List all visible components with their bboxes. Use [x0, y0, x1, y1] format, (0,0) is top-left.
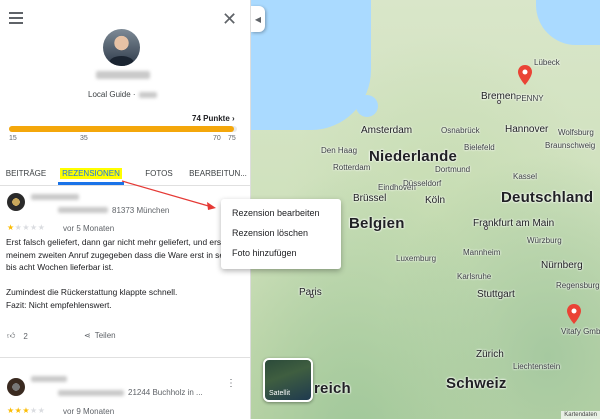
more-options-icon[interactable]: ⋮: [226, 379, 236, 389]
baltic-sea: [536, 0, 600, 45]
review-item: 21244 Buchholz in ... ⋮ ★★★★★ vor 9 Mona…: [0, 370, 250, 419]
map-label-luebeck: Lübeck: [534, 58, 560, 67]
local-guide-label: Local Guide ·: [88, 90, 157, 99]
north-sea: [251, 0, 371, 130]
progress-tick: 15: [9, 135, 17, 142]
map-pin-icon[interactable]: [567, 304, 581, 324]
map-label-bruessel: Brüssel: [353, 193, 387, 204]
local-guide-text: Local Guide ·: [88, 90, 136, 99]
review-item: 81373 München ★★★★★ vor 5 Monaten Erst f…: [0, 187, 250, 357]
map-label-duesseldorf: Düsseldorf: [403, 179, 442, 188]
map-label-bielefeld: Bielefeld: [464, 143, 495, 152]
close-icon[interactable]: ✕: [222, 9, 237, 30]
profile-name-redacted: [96, 71, 150, 79]
map-label-denhaag: Den Haag: [321, 146, 358, 155]
map-label-zuerich: Zürich: [476, 349, 504, 360]
share-icon: ⋖: [84, 331, 91, 340]
level-redacted: [138, 91, 157, 98]
thumb-up-icon: 👍︎: [7, 331, 16, 340]
map-label-penny: PENNY: [516, 94, 544, 103]
map-label-hannover: Hannover: [505, 124, 549, 135]
map-label-koeln: Köln: [425, 195, 446, 206]
map-label-wuerzburg: Würzburg: [527, 236, 562, 245]
review-address: 21244 Buchholz in ...: [128, 388, 203, 397]
rating-stars: ★★★★★: [7, 406, 46, 415]
place-name-redacted: [31, 194, 79, 200]
ijsselmeer: [356, 95, 378, 117]
map-label-nuernberg: Nürnberg: [541, 260, 583, 271]
like-count: 2: [23, 331, 28, 341]
city-dot: [310, 294, 314, 298]
map-label-vitafy: Vitafy GmbH: [561, 327, 600, 336]
map-label-luxemburg: Luxemburg: [396, 254, 437, 263]
place-street-redacted: [58, 390, 124, 396]
like-button[interactable]: 👍︎ 2: [7, 331, 28, 341]
review-address: 81373 München: [112, 206, 170, 215]
review-age: vor 9 Monaten: [63, 407, 115, 416]
progress-tick: 35: [80, 135, 88, 142]
profile-tabs: BEITRÄGE REZENSIONEN FOTOS BEARBEITUN...: [0, 162, 250, 186]
menu-item-delete-review[interactable]: Rezension löschen: [221, 223, 341, 243]
city-dot: [497, 100, 501, 104]
share-label: Teilen: [94, 331, 116, 340]
profile-panel: ✕ Local Guide · 74 Punkte › 15 35 70 75 …: [0, 0, 251, 419]
review-context-menu: Rezension bearbeiten Rezension löschen F…: [221, 199, 341, 269]
share-button[interactable]: ⋖ Teilen: [84, 331, 116, 340]
place-street-redacted: [58, 207, 108, 213]
map-label-deutschland: Deutschland: [501, 189, 594, 206]
satellite-label: Satellit: [269, 390, 291, 397]
progress-tick: 75: [228, 135, 236, 142]
tab-fotos[interactable]: FOTOS: [130, 162, 188, 185]
menu-item-edit-review[interactable]: Rezension bearbeiten: [221, 203, 341, 223]
review-age: vor 5 Monaten: [63, 224, 115, 233]
tab-label: FOTOS: [145, 169, 173, 178]
menu-item-add-photo[interactable]: Foto hinzufügen: [221, 243, 341, 263]
map-label-regensburg: Regensburg: [556, 281, 600, 290]
map-label-braunschweig: Braunschweig: [545, 141, 596, 150]
tab-label: REZENSIONEN: [60, 168, 122, 179]
tab-rezensionen[interactable]: REZENSIONEN: [58, 162, 124, 185]
map-label-niederlande: Niederlande: [369, 148, 458, 165]
city-dot: [484, 226, 488, 230]
progress-tick: 70: [213, 135, 221, 142]
tab-bearbeitungen[interactable]: BEARBEITUN...: [188, 162, 248, 185]
map-label-karlsruhe: Karlsruhe: [457, 272, 492, 281]
map-label-wolfsburg: Wolfsburg: [558, 128, 594, 137]
rating-stars: ★★★★★: [7, 223, 46, 232]
map-label-amsterdam: Amsterdam: [361, 125, 413, 136]
map-pin-icon[interactable]: [518, 65, 532, 85]
chevron-left-icon: ◀: [254, 14, 262, 24]
avatar: [103, 29, 140, 66]
place-name-redacted: [31, 376, 67, 382]
points-progress-fill: [9, 126, 234, 132]
map-label-mannheim: Mannheim: [463, 248, 501, 257]
tab-beitraege[interactable]: BEITRÄGE: [0, 162, 52, 185]
review-text: Erst falsch geliefert, dann gar nicht me…: [6, 237, 244, 310]
map-label-belgien: Belgien: [349, 215, 405, 232]
tab-label: BEARBEITUN...: [189, 169, 247, 178]
points-progress-bar: [9, 126, 237, 132]
points-text: 74 Punkte: [192, 114, 230, 123]
map-label-rotterdam: Rotterdam: [333, 163, 371, 172]
place-avatar: [7, 378, 25, 396]
map-label-stuttgart: Stuttgart: [477, 289, 515, 300]
satellite-toggle-button[interactable]: Satellit: [263, 358, 313, 402]
map-label-liechtenstein: Liechtenstein: [513, 362, 561, 371]
map-label-dortmund: Dortmund: [435, 165, 471, 174]
chevron-right-icon: ›: [232, 114, 235, 123]
place-avatar: [7, 193, 25, 211]
map-label-oesterreich: reich: [314, 380, 351, 397]
divider: [0, 357, 250, 358]
points-link[interactable]: 74 Punkte ›: [192, 114, 235, 123]
map-label-kassel: Kassel: [513, 172, 538, 181]
map-label-osnabrueck: Osnabrück: [441, 126, 480, 135]
map-label-schweiz: Schweiz: [446, 375, 507, 392]
map-footer: Kartendaten: [561, 411, 600, 419]
menu-icon[interactable]: [9, 12, 23, 24]
tab-label: BEITRÄGE: [5, 169, 47, 178]
collapse-panel-button[interactable]: ◀: [251, 6, 265, 32]
